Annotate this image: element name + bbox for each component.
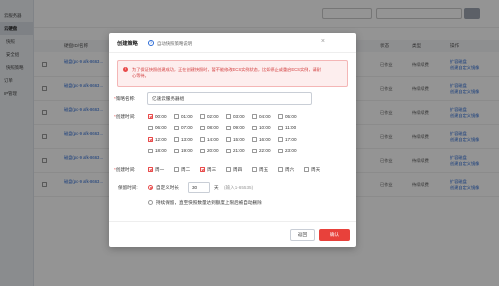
confirm-button[interactable]: 确认 (319, 229, 350, 241)
hour-checkbox[interactable] (200, 148, 205, 154)
weekday-checkbox[interactable] (252, 167, 257, 172)
weekday-label: 周二 (181, 166, 191, 172)
hour-label: 13:00 (181, 136, 193, 142)
weekday-label: 周五 (259, 166, 269, 172)
hour-checkbox[interactable] (174, 148, 179, 154)
hour-label: 21:00 (233, 148, 245, 153)
hour-label: 03:00 (233, 113, 245, 119)
hour-label: 02:00 (207, 113, 219, 119)
hour-label: 15:00 (233, 136, 245, 142)
hour-label: 18:00 (155, 148, 167, 153)
hour-checkbox[interactable] (200, 137, 205, 142)
hour-label: 17:00 (285, 136, 297, 142)
hour-label: 16:00 (259, 136, 271, 142)
hour-label: 12:00 (155, 136, 167, 142)
create-day-label: *创建时间: (114, 166, 136, 172)
retention-label: 保留时间: (118, 184, 138, 190)
hour-label: 09:00 (233, 125, 245, 130)
weekday-checkbox[interactable] (278, 167, 283, 172)
hour-label: 06:00 (155, 125, 167, 130)
retention-custom-radio[interactable] (148, 185, 153, 190)
hour-label: 05:00 (285, 113, 297, 119)
weekday-checkbox[interactable] (174, 167, 179, 172)
weekday-checkbox[interactable] (200, 167, 205, 172)
warning-alert: ! 为了保证快照创建成功，正在创建快照时，暂不能修改ECS实例状态，比如停止或重… (117, 60, 348, 87)
hour-checkbox[interactable] (174, 125, 179, 131)
retention-forever-radio[interactable] (148, 200, 153, 205)
alert-text: 为了保证快照创建成功，正在创建快照时，暂不能修改ECS实例状态，比如停止或重启E… (132, 66, 321, 79)
hour-checkbox[interactable] (278, 137, 283, 142)
hour-checkbox[interactable] (148, 114, 153, 119)
retention-forever-label: 持续保留，直至快照数量达到额度上限后被自动删除 (156, 199, 262, 205)
hour-checkbox[interactable] (278, 114, 283, 119)
close-icon[interactable]: × (321, 38, 325, 45)
hour-label: 08:00 (207, 125, 219, 130)
hour-label: 19:00 (181, 148, 193, 153)
retention-hint: (输入1-65535) (224, 184, 254, 190)
hour-checkbox[interactable] (252, 148, 257, 154)
hour-checkbox[interactable] (200, 125, 205, 131)
hour-label: 10:00 (259, 125, 271, 130)
weekday-checkbox[interactable] (148, 167, 153, 172)
hour-checkbox[interactable] (148, 125, 153, 131)
hour-label: 23:00 (285, 148, 297, 153)
weekday-label: 周三 (207, 166, 217, 172)
retention-days-input[interactable]: 30 (188, 182, 210, 193)
back-button[interactable]: 返回 (290, 229, 315, 241)
policy-name-input[interactable]: 亿速云服务器组 (147, 92, 312, 105)
hour-checkbox[interactable] (148, 148, 153, 154)
weekday-label: 周六 (285, 166, 295, 172)
hour-label: 22:00 (259, 148, 271, 153)
weekday-checkbox[interactable] (304, 167, 309, 172)
hour-label: 20:00 (207, 148, 219, 153)
hour-checkbox[interactable] (252, 125, 257, 131)
hour-checkbox[interactable] (226, 125, 231, 131)
hour-checkbox[interactable] (278, 125, 283, 131)
hour-checkbox[interactable] (200, 114, 205, 119)
hour-label: 07:00 (181, 125, 193, 130)
help-link[interactable]: 自动快照策略说明 (157, 41, 192, 47)
dialog-title: 创建策略 (117, 41, 138, 47)
hour-checkbox[interactable] (252, 137, 257, 142)
hour-label: 04:00 (259, 113, 271, 119)
hour-checkbox[interactable] (226, 114, 231, 119)
weekday-label: 周一 (155, 166, 165, 172)
create-time-label: *创建时间: (114, 113, 136, 119)
hour-checkbox[interactable] (148, 137, 153, 142)
policy-name-label: *策略名称: (114, 95, 136, 101)
weekday-label: 周四 (233, 166, 243, 172)
dialog-footer: 返回 确认 (109, 221, 356, 247)
hour-label: 14:00 (207, 136, 219, 142)
warning-icon: ! (123, 67, 128, 72)
hour-label: 01:00 (181, 113, 193, 119)
hour-checkbox[interactable] (226, 137, 231, 142)
hour-checkbox[interactable] (226, 148, 231, 154)
hour-label: 11:00 (285, 125, 297, 130)
hour-label: 00:00 (155, 113, 167, 119)
dialog-header: 创建策略 ? 自动快照策略说明 × (109, 33, 356, 53)
retention-unit: 天 (214, 184, 219, 190)
weekday-checkbox[interactable] (226, 167, 231, 172)
hour-checkbox[interactable] (278, 148, 283, 154)
hour-checkbox[interactable] (174, 114, 179, 119)
weekday-label: 周天 (311, 166, 321, 172)
hour-checkbox[interactable] (174, 137, 179, 142)
retention-custom-label: 自定义时长 (156, 184, 179, 190)
hour-checkbox[interactable] (252, 114, 257, 119)
create-policy-dialog: 创建策略 ? 自动快照策略说明 × ! 为了保证快照创建成功，正在创建快照时，暂… (109, 33, 356, 247)
help-icon[interactable]: ? (148, 39, 154, 46)
